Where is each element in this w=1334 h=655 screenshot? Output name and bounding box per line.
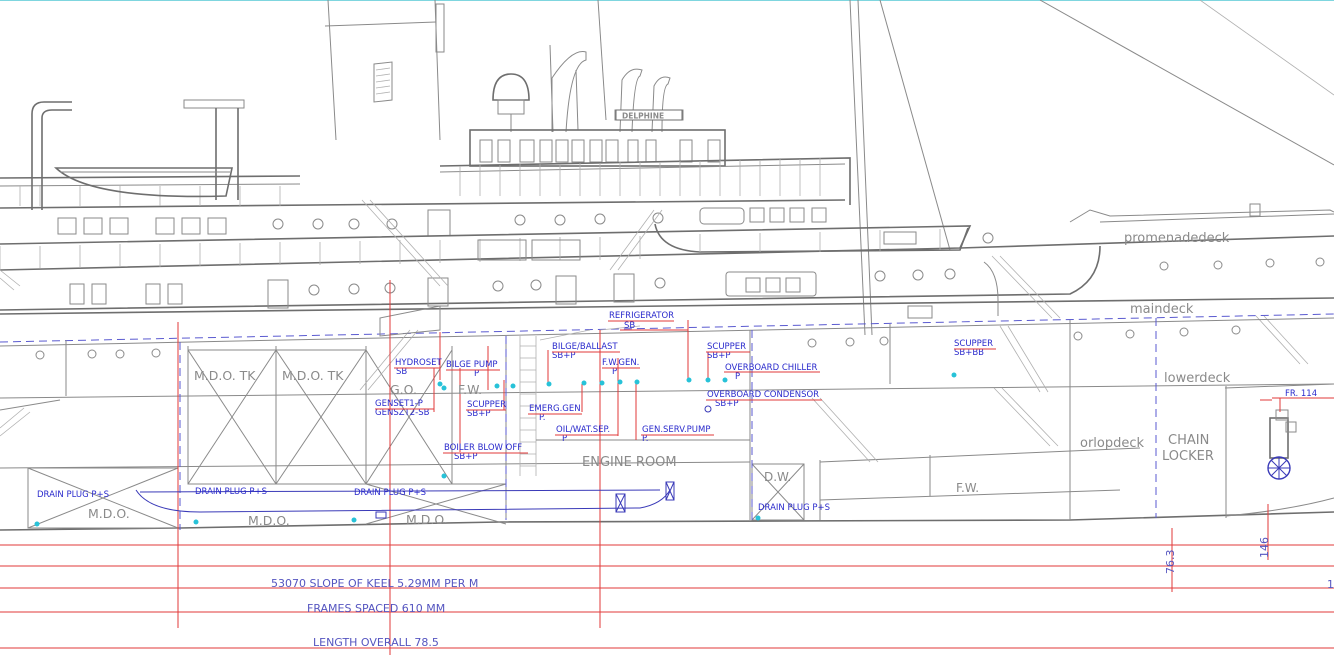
- label-go: G.O.: [390, 382, 417, 397]
- ship-name: DELPHINE: [622, 112, 664, 121]
- label-mdo-1: M.D.O.: [88, 506, 130, 521]
- label-drain-plug-1: DRAIN PLUG P+S: [37, 490, 109, 500]
- ship-section-drawing: promenadedeck maindeck lowerdeck orlopde…: [0, 0, 1334, 655]
- tank-labels: M.D.O. TK M.D.O. TK G.O. F.W. ENGINE ROO…: [88, 368, 1214, 528]
- label-promenadedeck: promenadedeck: [1124, 231, 1230, 246]
- label-refrigerator-side: SB: [624, 321, 635, 331]
- label-locker: LOCKER: [1162, 449, 1214, 464]
- dimension-text: 53070 SLOPE OF KEEL 5.29MM PER M FRAMES …: [271, 537, 1334, 649]
- label-refrigerator: REFRIGERATOR: [609, 311, 674, 321]
- label-chain: CHAIN: [1168, 433, 1209, 448]
- label-engine-room: ENGINE ROOM: [582, 455, 677, 470]
- label-orlopdeck: orlopdeck: [1080, 436, 1145, 451]
- label-mdo-tk-2: M.D.O. TK: [282, 368, 344, 383]
- label-drain-plug-4: DRAIN PLUG P+S: [758, 503, 830, 513]
- deck-labels: promenadedeck maindeck lowerdeck orlopde…: [1080, 231, 1231, 451]
- label-frame: FR. 114: [1285, 389, 1317, 399]
- dim-146: 146: [1258, 537, 1271, 558]
- label-overboard-chiller-side: P: [735, 372, 740, 382]
- label-fw-aft: F.W.: [956, 481, 979, 495]
- keel-slope-note: 53070 SLOPE OF KEEL 5.29MM PER M: [271, 577, 478, 590]
- label-emerg-gen: EMERG.GEN: [529, 404, 581, 414]
- dim-763: 76.3: [1164, 550, 1177, 575]
- label-fw-gen: F.W.GEN.: [602, 358, 639, 368]
- label-bilge-pump: BILGE PUMP: [446, 360, 498, 370]
- label-dw: D.W.: [764, 470, 791, 484]
- label-drain-plug-3: DRAIN PLUG P+S: [354, 488, 426, 498]
- label-lowerdeck: lowerdeck: [1164, 371, 1231, 386]
- label-mdo-tk-1: M.D.O. TK: [194, 368, 256, 383]
- label-mdo-2: M.D.O.: [248, 513, 290, 528]
- label-maindeck: maindeck: [1130, 302, 1194, 317]
- label-fw: F.W.: [458, 382, 482, 397]
- length-overall-note: LENGTH OVERALL 78.5: [313, 636, 439, 649]
- label-mdo-3: M.D.O.: [406, 512, 448, 527]
- frames-spaced-note: FRAMES SPACED 610 MM: [307, 602, 445, 615]
- label-drain-plug-2: DRAIN PLUG P+S: [195, 487, 267, 497]
- edge-digit: 1: [1327, 578, 1334, 591]
- label-gen-serv-pump: GEN.SERV.PUMP: [642, 425, 710, 435]
